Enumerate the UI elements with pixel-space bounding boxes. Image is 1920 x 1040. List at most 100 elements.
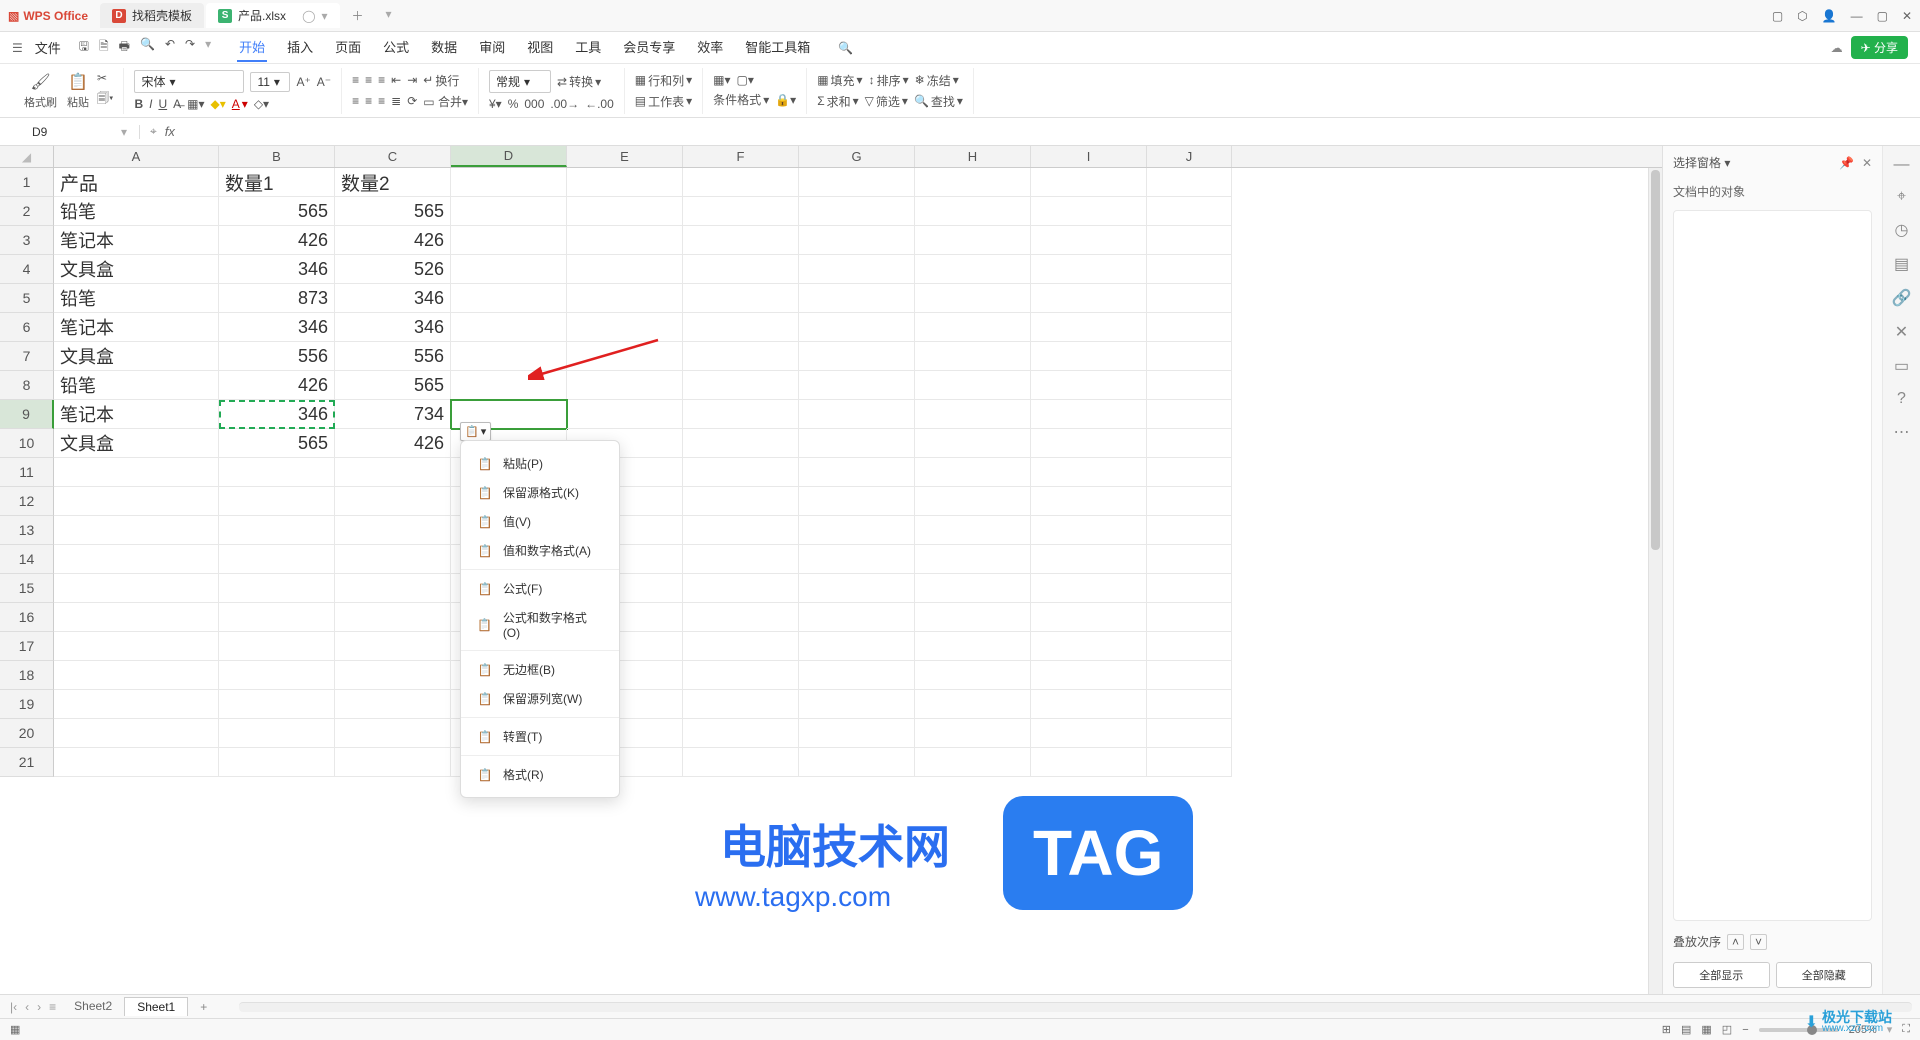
- cell[interactable]: 426: [219, 226, 335, 255]
- merge-button[interactable]: ▭ 合并▾: [423, 93, 468, 110]
- view-reading-icon[interactable]: ◰: [1722, 1023, 1732, 1036]
- worksheet-button[interactable]: ▤ 工作表▾: [635, 93, 692, 110]
- cell[interactable]: [335, 458, 451, 487]
- row-header[interactable]: 4: [0, 255, 54, 284]
- preview-icon[interactable]: 🔍: [140, 37, 155, 58]
- search-icon[interactable]: 🔍: [838, 41, 853, 55]
- cell[interactable]: 426: [219, 371, 335, 400]
- ribbon-tab[interactable]: 效率: [695, 33, 725, 62]
- border-button[interactable]: ▦▾: [187, 97, 204, 111]
- cell[interactable]: [451, 284, 567, 313]
- context-menu-item[interactable]: 📋值和数字格式(A): [461, 536, 619, 565]
- book-icon[interactable]: ▭: [1894, 356, 1909, 376]
- avatar-icon[interactable]: 👤: [1822, 9, 1837, 23]
- indent-inc-button[interactable]: ⇥: [407, 73, 417, 87]
- move-up-button[interactable]: ˄: [1727, 934, 1744, 950]
- add-sheet-button[interactable]: +: [192, 1000, 215, 1014]
- cell[interactable]: [54, 516, 219, 545]
- column-header[interactable]: G: [799, 146, 915, 167]
- ribbon-tab[interactable]: 数据: [429, 33, 459, 62]
- cell[interactable]: [1031, 255, 1147, 284]
- cell[interactable]: [567, 284, 683, 313]
- cell[interactable]: [1147, 574, 1232, 603]
- cell[interactable]: [54, 545, 219, 574]
- cell[interactable]: 文具盒: [54, 342, 219, 371]
- name-box[interactable]: D9 ▾: [20, 125, 140, 139]
- column-header[interactable]: J: [1147, 146, 1232, 167]
- cell[interactable]: [799, 371, 915, 400]
- cell[interactable]: [799, 255, 915, 284]
- cell[interactable]: [683, 632, 799, 661]
- cell[interactable]: [683, 226, 799, 255]
- cell[interactable]: [799, 458, 915, 487]
- cell[interactable]: [1147, 313, 1232, 342]
- cell[interactable]: [1147, 748, 1232, 777]
- context-menu-item[interactable]: 📋保留源列宽(W): [461, 684, 619, 713]
- cell[interactable]: [683, 487, 799, 516]
- row-header[interactable]: 11: [0, 458, 54, 487]
- ribbon-tab[interactable]: 工具: [573, 33, 603, 62]
- tools-icon[interactable]: ✕: [1895, 322, 1908, 342]
- cell[interactable]: 426: [335, 429, 451, 458]
- close-button[interactable]: ✕: [1902, 9, 1912, 23]
- cell[interactable]: [799, 748, 915, 777]
- cell[interactable]: 565: [335, 197, 451, 226]
- cell[interactable]: [683, 313, 799, 342]
- cell[interactable]: 铅笔: [54, 371, 219, 400]
- ribbon-tab[interactable]: 公式: [381, 33, 411, 62]
- tab-list-button[interactable]: ▾: [376, 3, 402, 28]
- cell[interactable]: [799, 429, 915, 458]
- cut-button[interactable]: ✂: [97, 71, 113, 85]
- cell[interactable]: [219, 632, 335, 661]
- filter-button[interactable]: ▽ 筛选▾: [865, 93, 908, 110]
- cell[interactable]: [451, 255, 567, 284]
- align-center-button[interactable]: ≡: [365, 94, 372, 108]
- hide-all-button[interactable]: 全部隐藏: [1776, 962, 1873, 988]
- cell-lock-button[interactable]: 🔒▾: [775, 93, 796, 107]
- cell[interactable]: [451, 342, 567, 371]
- row-header[interactable]: 10: [0, 429, 54, 458]
- context-menu-item[interactable]: 📋保留源格式(K): [461, 478, 619, 507]
- cell[interactable]: [799, 168, 915, 197]
- row-header[interactable]: 14: [0, 545, 54, 574]
- spreadsheet[interactable]: ◢ABCDEFGHIJ1产品数量1数量22铅笔5655653笔记本4264264…: [0, 146, 1662, 994]
- cell[interactable]: [1031, 719, 1147, 748]
- close-panel-icon[interactable]: ✕: [1862, 156, 1872, 170]
- cell[interactable]: [915, 371, 1031, 400]
- context-menu-item[interactable]: 📋粘贴(P): [461, 449, 619, 478]
- sheet-list-button[interactable]: ≡: [47, 1000, 58, 1014]
- sum-button[interactable]: Σ 求和▾: [817, 93, 858, 110]
- row-header[interactable]: 9: [0, 400, 54, 429]
- fill-button[interactable]: ▦ 填充▾: [817, 72, 862, 89]
- cell[interactable]: [799, 545, 915, 574]
- cell[interactable]: [915, 516, 1031, 545]
- column-header[interactable]: E: [567, 146, 683, 167]
- context-menu-item[interactable]: 📋值(V): [461, 507, 619, 536]
- cell[interactable]: [683, 690, 799, 719]
- cell[interactable]: [1147, 690, 1232, 719]
- cell[interactable]: [219, 661, 335, 690]
- cell[interactable]: [219, 545, 335, 574]
- cell[interactable]: [335, 661, 451, 690]
- cond-format-button[interactable]: 条件格式▾: [713, 91, 769, 108]
- cell[interactable]: [335, 632, 451, 661]
- move-down-button[interactable]: ˅: [1750, 934, 1767, 950]
- row-header[interactable]: 18: [0, 661, 54, 690]
- dec-inc-button[interactable]: .00→: [550, 97, 579, 111]
- cell[interactable]: 346: [219, 255, 335, 284]
- cell[interactable]: 笔记本: [54, 400, 219, 429]
- cell[interactable]: [335, 545, 451, 574]
- column-header[interactable]: B: [219, 146, 335, 167]
- align-middle-button[interactable]: ≡: [365, 73, 372, 87]
- cell[interactable]: [683, 168, 799, 197]
- cell[interactable]: 565: [219, 197, 335, 226]
- cell[interactable]: [915, 719, 1031, 748]
- cell[interactable]: [54, 690, 219, 719]
- cell[interactable]: [799, 603, 915, 632]
- cell[interactable]: [915, 487, 1031, 516]
- cell[interactable]: [219, 690, 335, 719]
- cell[interactable]: [799, 632, 915, 661]
- row-header[interactable]: 16: [0, 603, 54, 632]
- print-icon[interactable]: 🖶: [119, 37, 130, 58]
- cell[interactable]: [683, 458, 799, 487]
